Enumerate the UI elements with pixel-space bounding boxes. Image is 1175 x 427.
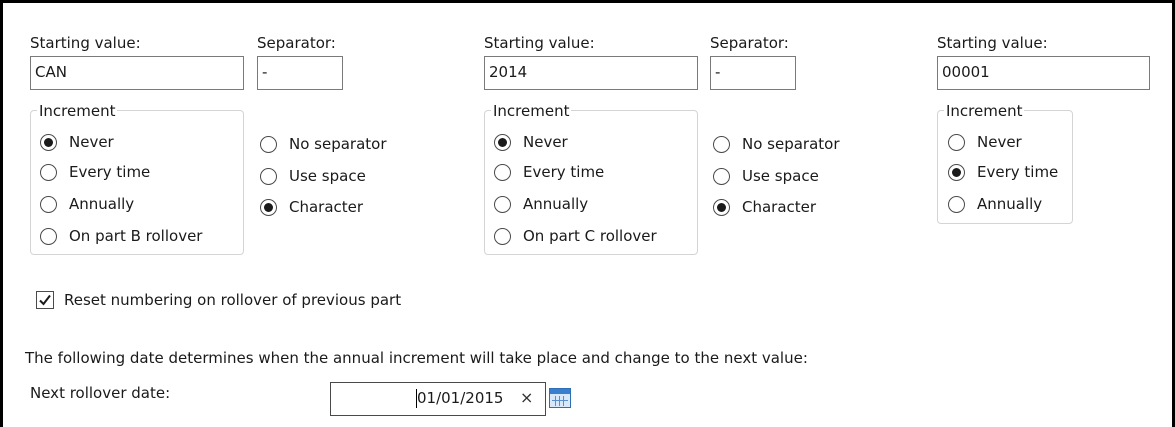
part-a-sep-space[interactable]: Use space [260, 167, 366, 185]
part-a-separator-input[interactable]: - [257, 56, 343, 90]
rollover-description: The following date determines when the a… [25, 349, 808, 367]
radio-label: No separator [742, 135, 840, 153]
radio-label: Never [523, 133, 568, 151]
date-value: 01/01/2015 [417, 389, 504, 407]
settings-panel: Starting value: CAN Separator: - Increme… [0, 0, 1175, 427]
calendar-icon[interactable] [549, 388, 571, 408]
radio-label: On part C rollover [523, 227, 657, 245]
radio-label: Character [742, 198, 817, 216]
part-b-starting-input[interactable]: 2014 [484, 56, 698, 90]
part-b-sep-space[interactable]: Use space [713, 167, 819, 185]
radio-icon [260, 135, 277, 153]
radio-icon [948, 195, 965, 213]
part-a-increment-never[interactable]: Never [40, 133, 114, 151]
part-b-increment-legend: Increment [491, 102, 572, 120]
radio-icon [713, 135, 730, 153]
next-rollover-date-input[interactable]: 01/01/2015 × [330, 382, 546, 416]
part-b-increment-never[interactable]: Never [494, 133, 568, 151]
radio-icon [494, 195, 511, 213]
part-a-increment-legend: Increment [37, 102, 118, 120]
radio-icon [948, 163, 965, 181]
radio-icon [494, 163, 511, 181]
next-rollover-date-label: Next rollover date: [30, 384, 171, 402]
radio-label: On part B rollover [69, 227, 203, 245]
part-b-sep-none[interactable]: No separator [713, 135, 840, 153]
part-c-increment-every-time[interactable]: Every time [948, 163, 1058, 181]
checkbox-label: Reset numbering on rollover of previous … [64, 291, 402, 309]
radio-icon [494, 133, 511, 151]
checkbox-icon [36, 291, 54, 309]
part-b-increment-on-rollover[interactable]: On part C rollover [494, 227, 657, 245]
part-c-increment-annually[interactable]: Annually [948, 195, 1042, 213]
radio-label: Annually [69, 195, 135, 213]
part-c-increment-legend: Increment [944, 102, 1025, 120]
radio-label: Never [69, 133, 114, 151]
radio-icon [713, 167, 730, 185]
radio-label: Character [289, 198, 364, 216]
part-a-starting-label: Starting value: [30, 34, 141, 52]
part-b-starting-label: Starting value: [484, 34, 595, 52]
part-a-separator-label: Separator: [257, 34, 336, 52]
part-b-separator-label: Separator: [710, 34, 789, 52]
reset-numbering-checkbox[interactable]: Reset numbering on rollover of previous … [36, 291, 401, 309]
part-b-increment-annually[interactable]: Annually [494, 195, 588, 213]
part-b-increment-every-time[interactable]: Every time [494, 163, 604, 181]
part-a-increment-on-rollover[interactable]: On part B rollover [40, 227, 202, 245]
part-c-starting-input[interactable]: 00001 [937, 56, 1150, 90]
radio-icon [260, 198, 277, 216]
radio-icon [948, 133, 965, 151]
part-c-increment-never[interactable]: Never [948, 133, 1022, 151]
part-c-starting-label: Starting value: [937, 34, 1048, 52]
radio-label: Every time [69, 163, 151, 181]
clear-icon[interactable]: × [520, 388, 533, 407]
part-a-increment-every-time[interactable]: Every time [40, 163, 150, 181]
part-b-sep-character[interactable]: Character [713, 198, 816, 216]
radio-label: Never [977, 133, 1022, 151]
radio-icon [494, 227, 511, 245]
part-a-sep-character[interactable]: Character [260, 198, 363, 216]
radio-icon [40, 195, 57, 213]
part-b-separator-input[interactable]: - [710, 56, 796, 90]
radio-label: Annually [523, 195, 589, 213]
part-a-sep-none[interactable]: No separator [260, 135, 387, 153]
radio-label: Use space [289, 167, 366, 185]
part-a-starting-input[interactable]: CAN [30, 56, 244, 90]
radio-icon [40, 163, 57, 181]
radio-label: No separator [289, 135, 387, 153]
radio-icon [713, 198, 730, 216]
radio-label: Annually [977, 195, 1043, 213]
radio-label: Every time [977, 163, 1059, 181]
radio-label: Use space [742, 167, 819, 185]
radio-icon [40, 227, 57, 245]
radio-icon [40, 133, 57, 151]
part-a-increment-annually[interactable]: Annually [40, 195, 134, 213]
radio-icon [260, 167, 277, 185]
radio-label: Every time [523, 163, 605, 181]
